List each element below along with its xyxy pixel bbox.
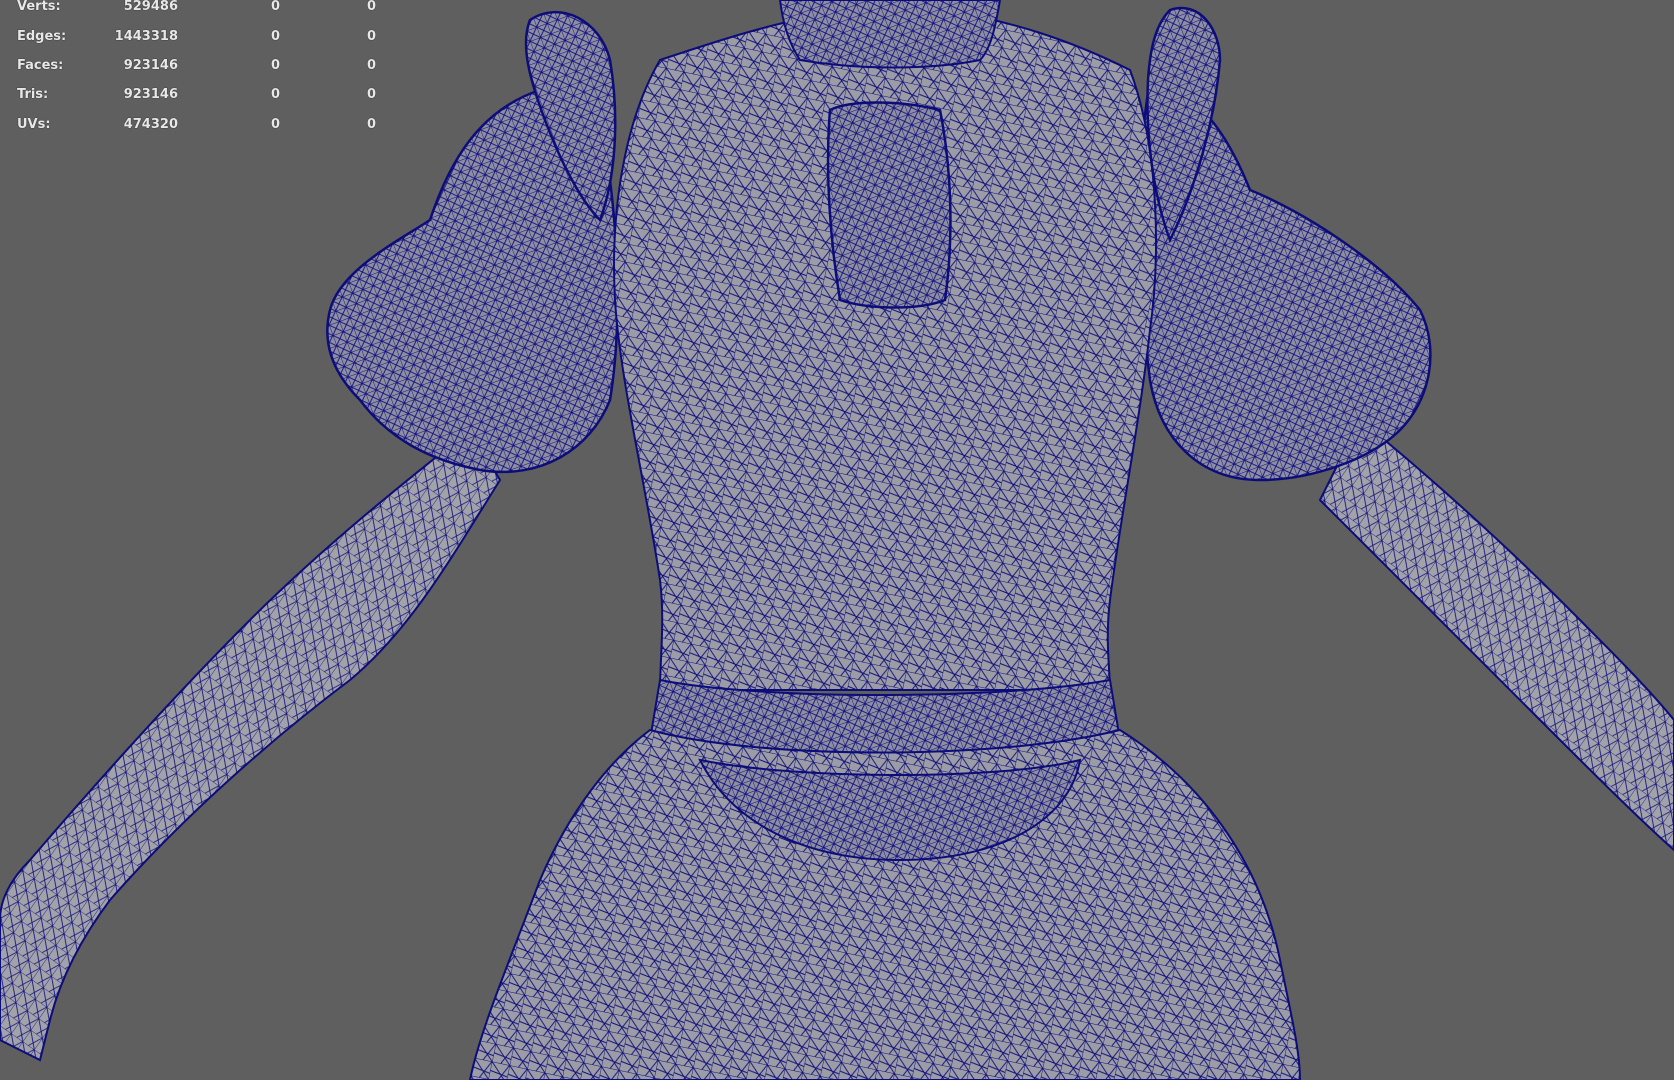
hud-value: 0 xyxy=(270,29,280,44)
collar-ruffle-mesh xyxy=(826,101,952,309)
hud-value: 1443318 xyxy=(114,29,178,44)
wireframe-mesh-dress-model[interactable] xyxy=(0,0,1674,1080)
hud-value: 0 xyxy=(366,117,376,132)
hud-label: Faces: xyxy=(17,58,64,73)
hud-label: Verts: xyxy=(17,0,61,14)
hud-label: Edges: xyxy=(17,29,67,44)
hud-value: 0 xyxy=(366,0,376,14)
hud-value: 923146 xyxy=(123,87,178,102)
hud-label: UVs: xyxy=(17,117,51,132)
hud-value: 0 xyxy=(270,117,280,132)
right-arm-mesh xyxy=(1318,418,1674,852)
hud-value: 0 xyxy=(270,87,280,102)
hud-value: 0 xyxy=(270,58,280,73)
3d-viewport[interactable]: Verts: 529486 0 0 Edges: 1443318 0 0 Fac… xyxy=(0,0,1674,1080)
hud-value: 0 xyxy=(270,0,280,14)
hud-label: Tris: xyxy=(17,87,49,102)
left-arm-mesh xyxy=(0,428,502,1062)
hud-value: 0 xyxy=(366,29,376,44)
hud-value: 0 xyxy=(366,58,376,73)
hud-value: 0 xyxy=(366,87,376,102)
hud-value: 474320 xyxy=(123,117,178,132)
hud-value: 923146 xyxy=(123,58,178,73)
hud-value: 529486 xyxy=(123,0,178,14)
neck-mesh xyxy=(778,0,1002,69)
